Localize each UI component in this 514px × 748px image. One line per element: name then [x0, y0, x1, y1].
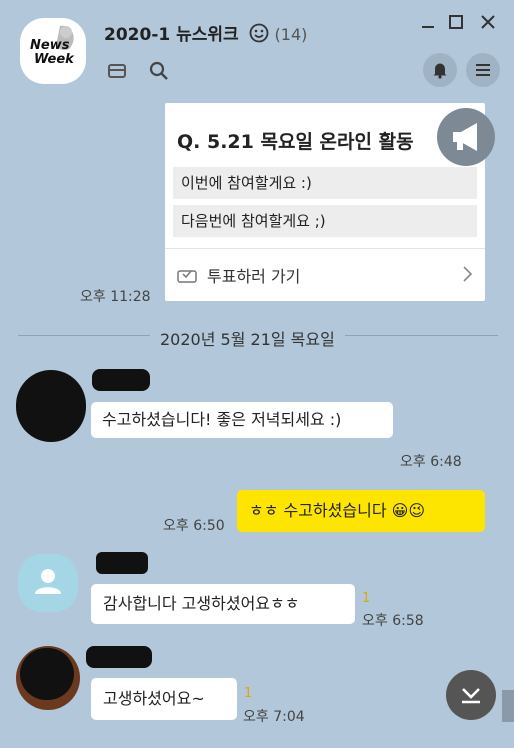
avatar-text-week: Week	[34, 52, 74, 67]
chatroom-avatar[interactable]: News Week	[20, 18, 86, 84]
message-time: 오후 6:50	[163, 518, 225, 534]
smile-icon	[249, 23, 269, 48]
chatroom-name: 2020-1 뉴스위크	[104, 25, 239, 45]
scrollbar-thumb[interactable]	[502, 690, 514, 722]
vote-link[interactable]: 투표하러 가기	[207, 263, 300, 287]
sender-name	[96, 552, 148, 574]
my-message-bubble[interactable]: ㅎㅎ 수고하셨습니다 😀😉	[237, 490, 485, 532]
message-bubble[interactable]: 수고하셨습니다! 좋은 저녁되세요 :)	[91, 402, 393, 438]
chevron-right-icon[interactable]	[461, 265, 473, 283]
ballot-box-icon	[177, 265, 197, 283]
sender-name	[92, 369, 150, 391]
avatar[interactable]	[16, 646, 80, 710]
scroll-to-bottom-button[interactable]	[446, 670, 496, 720]
avatar-text-news: News	[30, 38, 70, 53]
avatar[interactable]	[16, 370, 86, 442]
divider	[165, 248, 485, 249]
chevron-down-icon	[462, 688, 480, 704]
message-time: 오후 6:58	[362, 613, 424, 629]
poll-time: 오후 11:28	[80, 289, 151, 305]
maximize-icon[interactable]	[446, 12, 466, 32]
search-icon[interactable]	[148, 60, 170, 80]
poll-question: Q. 5.21 목요일 온라인 활동	[177, 131, 414, 153]
message-time: 오후 7:04	[243, 709, 305, 725]
minimize-icon[interactable]	[418, 12, 438, 32]
menu-icon[interactable]	[466, 53, 500, 87]
close-icon[interactable]	[478, 12, 498, 32]
message-time: 오후 6:48	[400, 454, 462, 470]
chat-header: News Week 2020-1 뉴스위크 (14)	[0, 0, 514, 100]
poll-option-2[interactable]: 다음번에 참여할게요 ;)	[173, 205, 477, 237]
megaphone-icon[interactable]	[437, 108, 495, 166]
date-divider: 2020년 5월 21일 목요일	[150, 326, 345, 350]
drawer-icon[interactable]	[106, 60, 128, 80]
notification-bell-icon[interactable]	[423, 53, 457, 87]
message-bubble[interactable]: 감사합니다 고생하셨어요ㅎㅎ	[91, 584, 355, 624]
default-profile-avatar[interactable]	[18, 554, 78, 612]
chatroom-title: 2020-1 뉴스위크 (14)	[104, 20, 307, 48]
unread-count: 1	[362, 591, 371, 606]
person-icon	[35, 569, 61, 594]
unread-count: 1	[244, 686, 253, 701]
member-count: (14)	[274, 25, 308, 44]
message-bubble[interactable]: 고생하셨어요~	[91, 678, 237, 720]
sender-name	[86, 646, 152, 668]
poll-option-1[interactable]: 이번에 참여할게요 :)	[173, 167, 477, 199]
